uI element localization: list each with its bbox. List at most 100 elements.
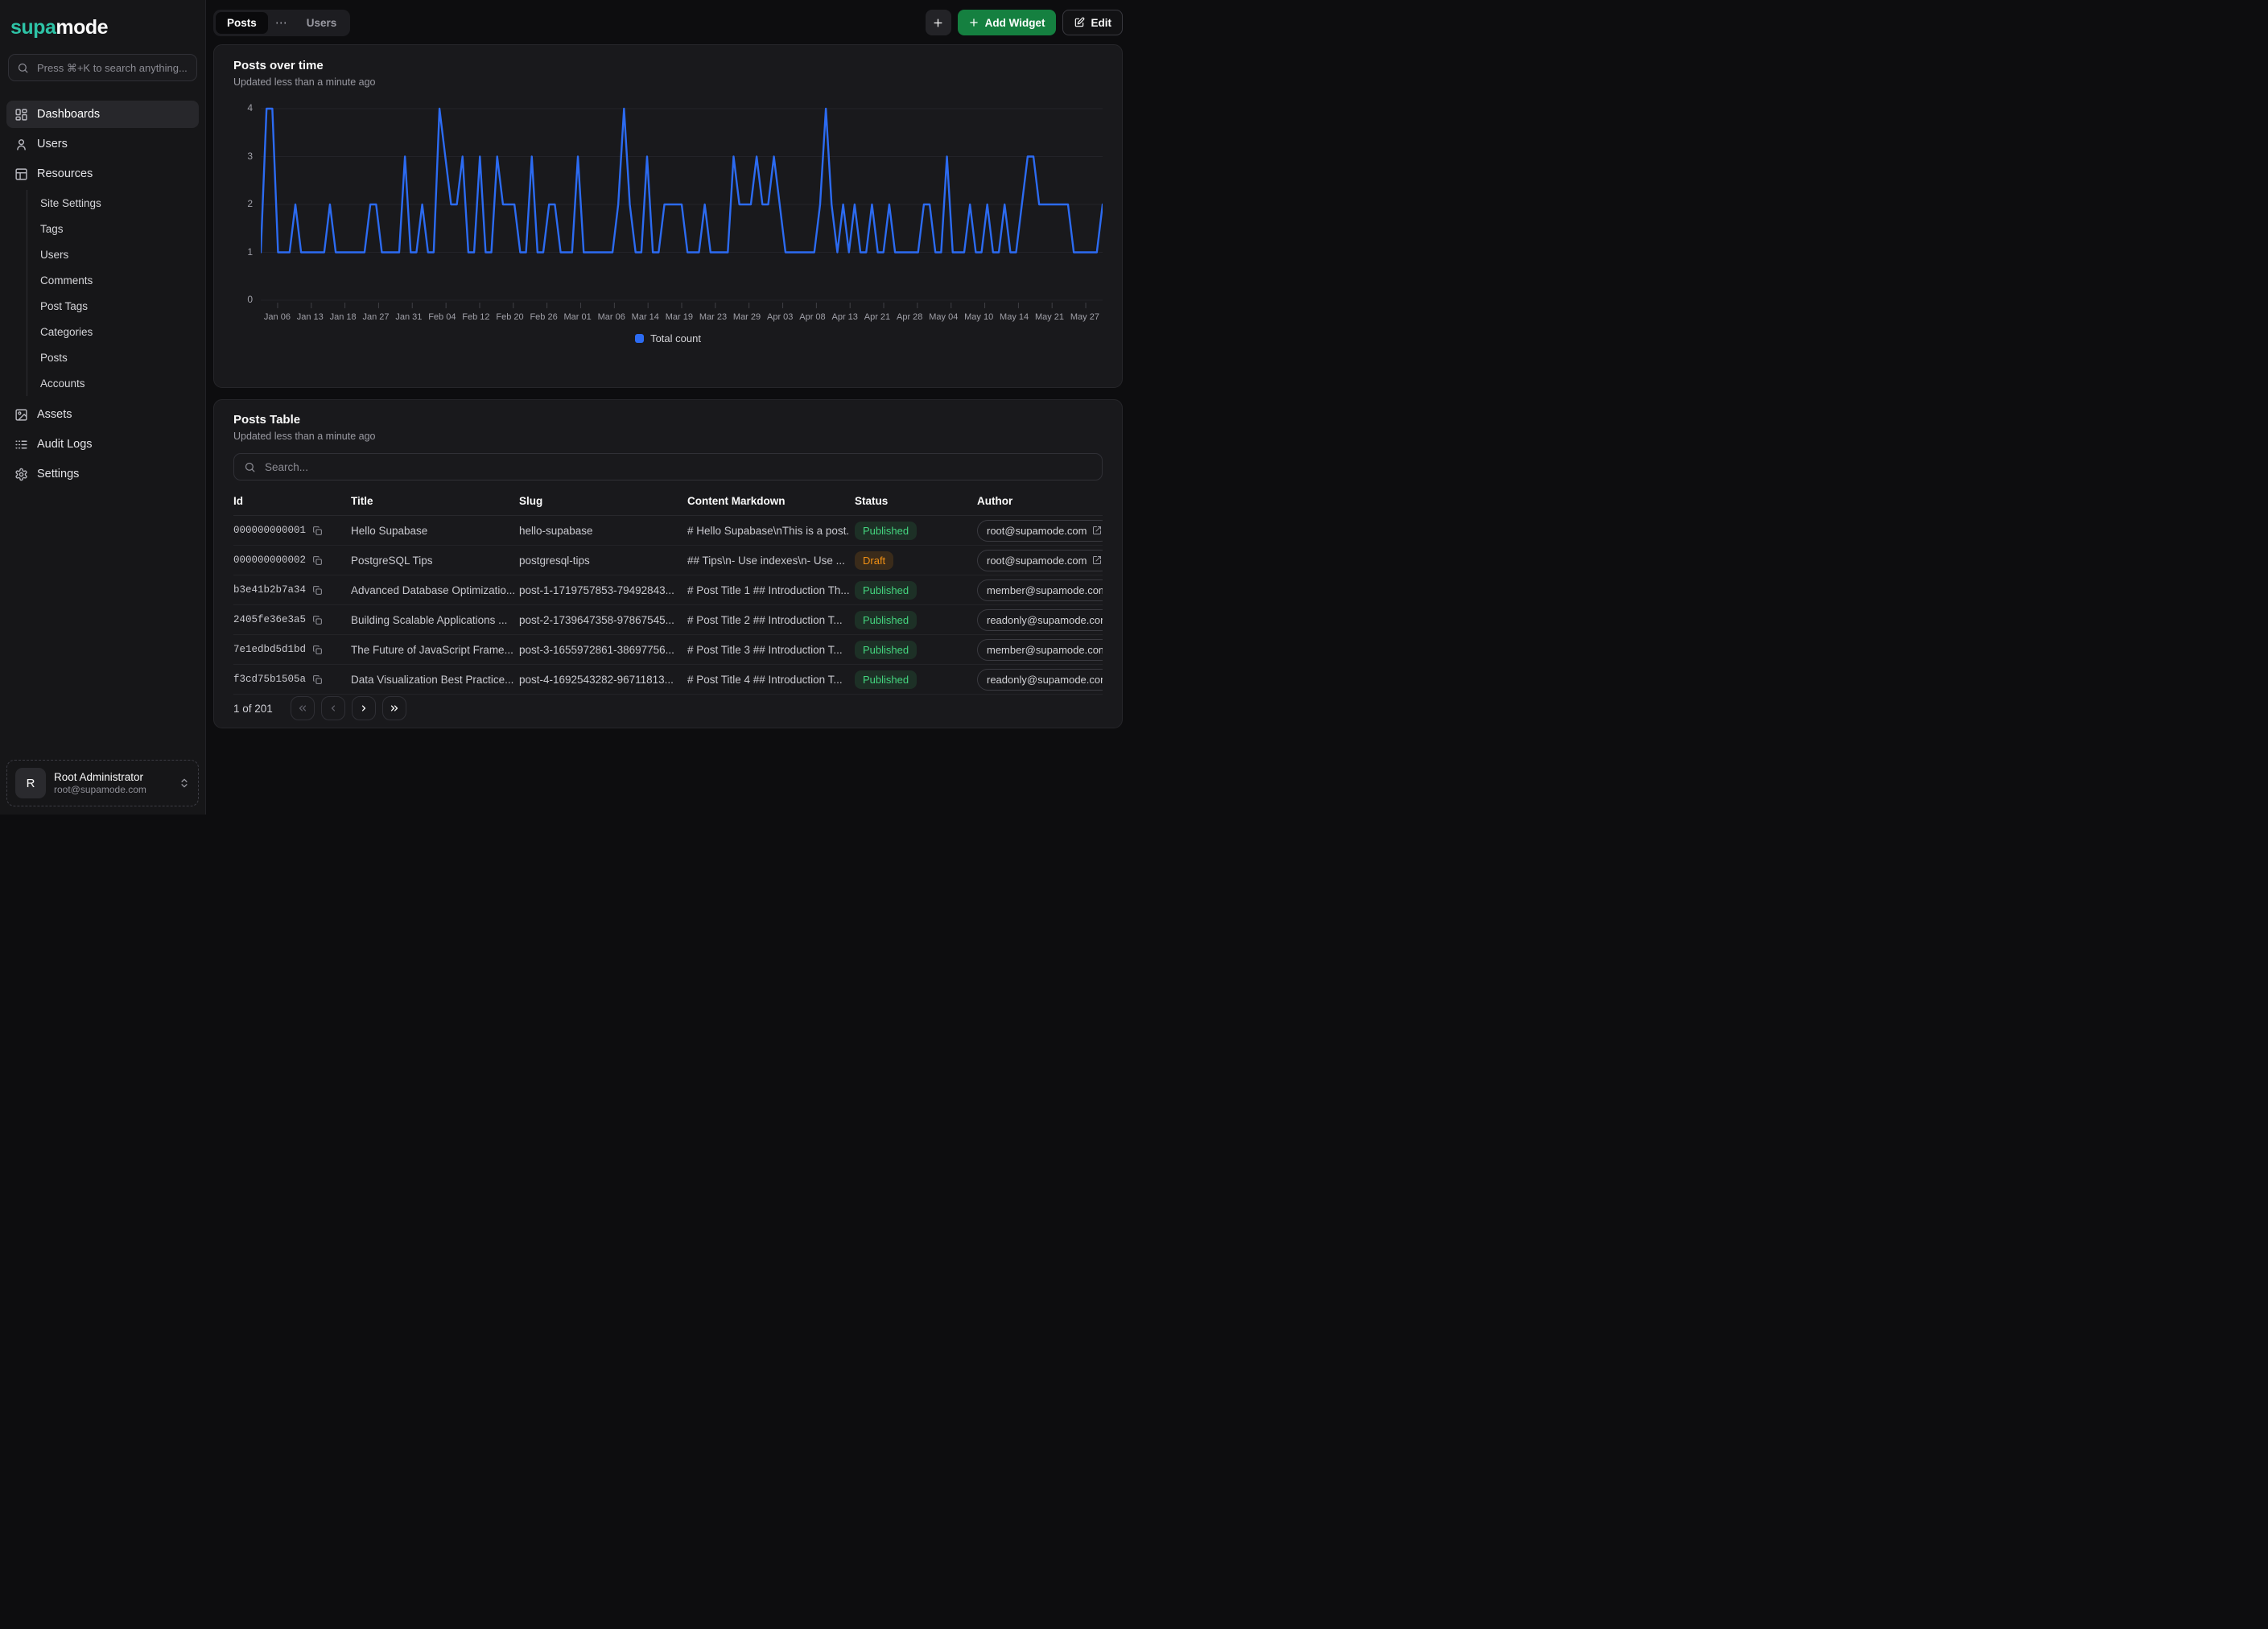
dashboard-icon <box>14 108 28 122</box>
sidebar-subitem-posts[interactable]: Posts <box>27 344 199 370</box>
author-link[interactable]: member@supamode.com <box>977 639 1103 661</box>
edit-icon <box>1074 17 1085 28</box>
column-header-slug[interactable]: Slug <box>519 495 687 507</box>
sidebar-subitem-tags[interactable]: Tags <box>27 216 199 241</box>
next-page-button[interactable] <box>352 696 376 720</box>
first-page-button[interactable] <box>291 696 315 720</box>
copy-icon[interactable] <box>312 645 323 655</box>
sidebar-nav: Dashboards Users Resources Site Settings… <box>0 81 205 488</box>
account-email: root@supamode.com <box>54 784 171 796</box>
copy-icon[interactable] <box>312 585 323 596</box>
x-tick-label: Apr 21 <box>864 312 890 322</box>
x-tick-label: May 14 <box>1000 312 1029 322</box>
status-badge: Published <box>855 670 917 689</box>
x-tick-label: Feb 04 <box>428 312 456 322</box>
table-row[interactable]: f3cd75b1505aData Visualization Best Prac… <box>233 665 1103 695</box>
author-link[interactable]: readonly@supamode.com <box>977 609 1103 631</box>
y-tick-label: 2 <box>247 198 253 209</box>
copy-icon[interactable] <box>312 555 323 566</box>
sidebar-subitem-post-tags[interactable]: Post Tags <box>27 293 199 319</box>
add-widget-button[interactable]: Add Widget <box>958 10 1056 35</box>
x-tick-label: Apr 03 <box>767 312 793 322</box>
sidebar-subitem-comments[interactable]: Comments <box>27 267 199 293</box>
table-search[interactable] <box>233 453 1103 480</box>
sidebar-subitem-site-settings[interactable]: Site Settings <box>27 190 199 216</box>
tab-users[interactable]: Users <box>295 12 348 34</box>
copy-icon[interactable] <box>312 615 323 625</box>
column-header-author[interactable]: Author <box>977 495 1103 507</box>
table-row[interactable]: b3e41b2b7a34 Advanced Database Optimizati… <box>233 575 1103 605</box>
total-count-line <box>261 109 1103 253</box>
sidebar-item-dashboards[interactable]: Dashboards <box>6 101 199 128</box>
copy-icon[interactable] <box>312 674 323 685</box>
tab-menu-button[interactable]: ⋯ <box>270 15 294 30</box>
author-link[interactable]: readonly@supamode.com <box>977 669 1103 691</box>
user-icon <box>14 138 28 151</box>
author-link[interactable]: member@supamode.com <box>977 579 1103 601</box>
sidebar-item-settings[interactable]: Settings <box>6 460 199 488</box>
cell-slug: post-1-1719757853-79492843... <box>519 584 687 596</box>
last-page-button[interactable] <box>382 696 406 720</box>
x-tick-label: Apr 08 <box>799 312 825 322</box>
tab-posts[interactable]: Posts <box>216 12 268 34</box>
search-icon <box>244 461 256 473</box>
status-badge: Published <box>855 641 917 659</box>
previous-page-button[interactable] <box>321 696 345 720</box>
global-search-input[interactable] <box>35 61 188 75</box>
column-header-title[interactable]: Title <box>351 495 519 507</box>
copy-icon[interactable] <box>312 526 323 536</box>
x-tick-label: Feb 26 <box>530 312 557 322</box>
cell-author: root@supamode.com <box>977 520 1103 542</box>
cell-title: Advanced Database Optimizatio... <box>351 584 519 596</box>
column-header-content[interactable]: Content Markdown <box>687 495 855 507</box>
sidebar-subitem-accounts[interactable]: Accounts <box>27 370 199 396</box>
pagination-buttons <box>291 696 406 720</box>
column-header-status[interactable]: Status <box>855 495 977 507</box>
sidebar: supamode Dashboards Users Resources Site… <box>0 0 206 814</box>
sidebar-item-users[interactable]: Users <box>6 130 199 158</box>
x-tick-label: Apr 28 <box>897 312 922 322</box>
sidebar-subitem-categories[interactable]: Categories <box>27 319 199 344</box>
table-row[interactable]: 2405fe36e3a5Building Scalable Applicatio… <box>233 605 1103 635</box>
table-title: Posts Table <box>233 413 1103 427</box>
author-link[interactable]: root@supamode.com <box>977 520 1103 542</box>
add-tab-button[interactable] <box>926 10 951 35</box>
chart-updated-text: Updated less than a minute ago <box>233 76 1103 88</box>
table-row[interactable]: 000000000001Hello Supabasehello-supabase… <box>233 516 1103 546</box>
sidebar-item-audit-logs[interactable]: Audit Logs <box>6 431 199 458</box>
post-id: 000000000001 <box>233 525 306 536</box>
cell-status: Published <box>855 611 977 629</box>
author-email: readonly@supamode.com <box>987 614 1103 626</box>
cell-author: member@supamode.com <box>977 579 1103 601</box>
chart-x-axis: Jan 06Jan 13Jan 18Jan 27Jan 31Feb 04Feb … <box>261 312 1103 322</box>
edit-button[interactable]: Edit <box>1062 10 1124 35</box>
sidebar-item-resources[interactable]: Resources <box>6 160 199 188</box>
column-header-id[interactable]: Id <box>233 495 351 507</box>
sidebar-subitem-users[interactable]: Users <box>27 241 199 267</box>
account-menu[interactable]: R Root Administrator root@supamode.com <box>6 760 199 806</box>
cell-slug: hello-supabase <box>519 525 687 537</box>
main-content: Posts ⋯ Users Add Widget Edit <box>206 0 1134 814</box>
table-row[interactable]: 000000000002PostgreSQL Tipspostgresql-ti… <box>233 546 1103 575</box>
posts-table: Id Title Slug Content Markdown Status Au… <box>233 487 1103 711</box>
y-tick-label: 0 <box>247 294 253 305</box>
account-name: Root Administrator <box>54 770 171 784</box>
legend-swatch-total-count <box>635 334 644 343</box>
post-id: b3e41b2b7a34 <box>233 584 306 596</box>
author-link[interactable]: root@supamode.com <box>977 550 1103 571</box>
cell-content-markdown: # Hello Supabase\nThis is a post. <box>687 525 855 537</box>
logo-part-secondary: mode <box>56 16 108 39</box>
cell-slug: post-3-1655972861-38697756... <box>519 644 687 656</box>
cell-content-markdown: ## Tips\n- Use indexes\n- Use ... <box>687 555 855 567</box>
cell-slug: postgresql-tips <box>519 555 687 567</box>
global-search[interactable] <box>8 54 197 81</box>
table-search-input[interactable] <box>263 460 1092 474</box>
y-tick-label: 1 <box>247 246 253 258</box>
cell-id: 000000000001 <box>233 525 351 536</box>
table-row[interactable]: 7e1edbd5d1bdThe Future of JavaScript Fra… <box>233 635 1103 665</box>
account-meta: Root Administrator root@supamode.com <box>54 770 171 796</box>
x-tick-label: Mar 01 <box>564 312 592 322</box>
chart-plot-area <box>261 101 1103 310</box>
search-icon <box>17 62 29 74</box>
sidebar-item-assets[interactable]: Assets <box>6 401 199 428</box>
